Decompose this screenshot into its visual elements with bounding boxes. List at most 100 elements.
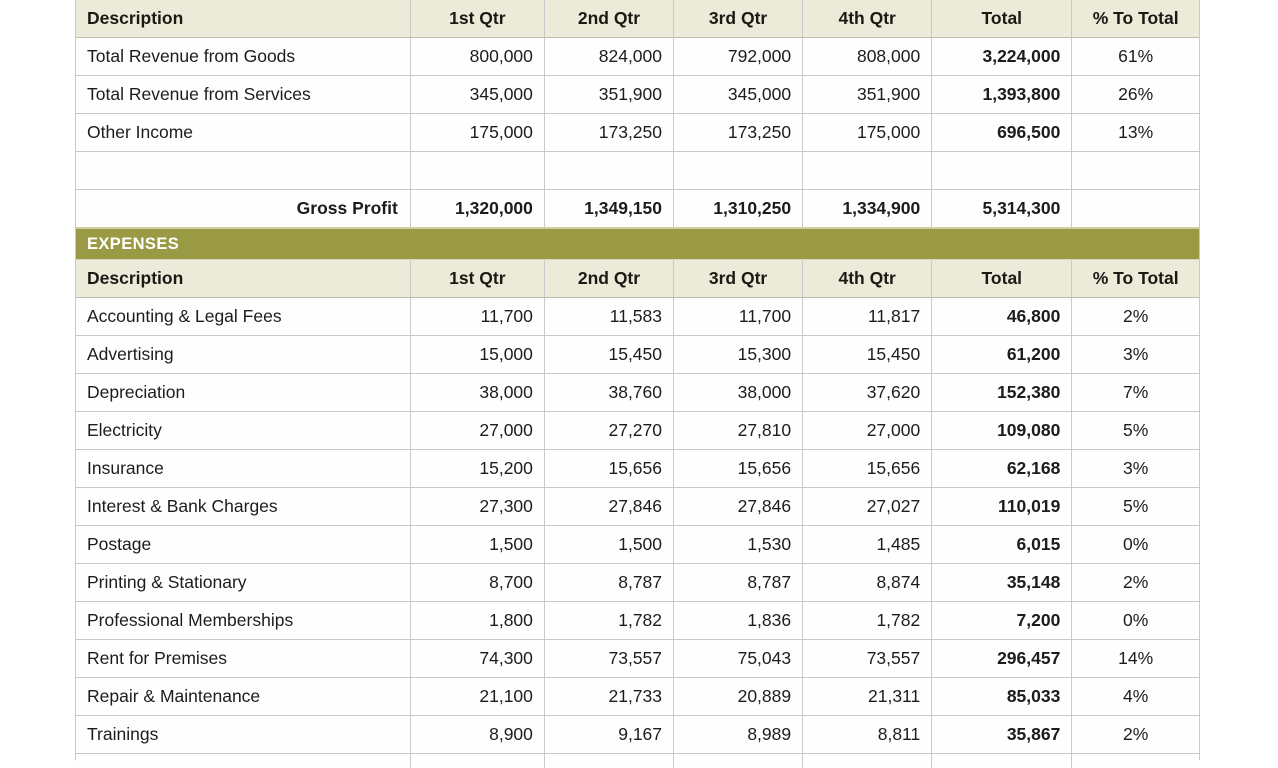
cell-pct[interactable]: 2%	[1072, 298, 1199, 336]
cell-q1[interactable]: 38,000	[410, 374, 544, 412]
cell-q4[interactable]: 175,000	[803, 114, 932, 152]
cell-description[interactable]: Electricity	[76, 412, 410, 450]
cell-q2[interactable]: 21,733	[544, 678, 673, 716]
cell-q4[interactable]: 1,485	[803, 526, 932, 564]
cell-q3[interactable]: 8,787	[674, 564, 803, 602]
cell-total[interactable]: 46,800	[932, 298, 1072, 336]
cell-q1[interactable]: 8,900	[410, 716, 544, 754]
cell-total[interactable]: 85,033	[932, 678, 1072, 716]
gross-profit-q3[interactable]: 1,310,250	[674, 190, 803, 229]
cell-description[interactable]: Total Revenue from Goods	[76, 38, 410, 76]
exp-col-header-q1[interactable]: 1st Qtr	[410, 260, 544, 298]
cell-pct[interactable]: 14%	[1072, 640, 1199, 678]
cell-total[interactable]	[932, 152, 1072, 190]
cell-description[interactable]: Professional Memberships	[76, 602, 410, 640]
cell-total[interactable]: 109,080	[932, 412, 1072, 450]
cell-total[interactable]	[932, 754, 1072, 768]
cell-description[interactable]	[76, 754, 410, 768]
cell-pct[interactable]: 0%	[1072, 602, 1199, 640]
cell-q2[interactable]: 27,270	[544, 412, 673, 450]
cell-description[interactable]: Other Income	[76, 114, 410, 152]
cell-q3[interactable]: 27,810	[674, 412, 803, 450]
cell-pct[interactable]: 3%	[1072, 336, 1199, 374]
cell-q2[interactable]: 15,450	[544, 336, 673, 374]
col-header-q2[interactable]: 2nd Qtr	[544, 0, 673, 38]
cell-description[interactable]: Printing & Stationary	[76, 564, 410, 602]
cell-q1[interactable]: 15,000	[410, 336, 544, 374]
col-header-q1[interactable]: 1st Qtr	[410, 0, 544, 38]
cell-q3[interactable]: 1,530	[674, 526, 803, 564]
cell-q1[interactable]	[410, 152, 544, 190]
cell-q1[interactable]: 800,000	[410, 38, 544, 76]
cell-q3[interactable]: 345,000	[674, 76, 803, 114]
cell-q3[interactable]: 27,846	[674, 488, 803, 526]
table-row[interactable]: Trainings 8,900 9,167 8,989 8,811 35,867…	[76, 716, 1199, 754]
exp-col-header-total[interactable]: Total	[932, 260, 1072, 298]
cell-q2[interactable]: 173,250	[544, 114, 673, 152]
cell-description[interactable]: Depreciation	[76, 374, 410, 412]
cell-description[interactable]: Accounting & Legal Fees	[76, 298, 410, 336]
cell-q4[interactable]: 808,000	[803, 38, 932, 76]
col-header-q4[interactable]: 4th Qtr	[803, 0, 932, 38]
cell-q3[interactable]: 792,000	[674, 38, 803, 76]
table-row[interactable]: Printing & Stationary 8,700 8,787 8,787 …	[76, 564, 1199, 602]
cell-q3[interactable]: 173,250	[674, 114, 803, 152]
blank-row[interactable]	[76, 152, 1199, 190]
cell-pct[interactable]: 2%	[1072, 716, 1199, 754]
table-row[interactable]: Total Revenue from Services 345,000 351,…	[76, 76, 1199, 114]
clipped-bottom-row[interactable]	[76, 754, 1199, 768]
table-row[interactable]: Advertising 15,000 15,450 15,300 15,450 …	[76, 336, 1199, 374]
exp-col-header-q3[interactable]: 3rd Qtr	[674, 260, 803, 298]
cell-q1[interactable]: 74,300	[410, 640, 544, 678]
cell-total[interactable]: 35,867	[932, 716, 1072, 754]
cell-q4[interactable]	[803, 754, 932, 768]
cell-pct[interactable]: 7%	[1072, 374, 1199, 412]
cell-description[interactable]: Repair & Maintenance	[76, 678, 410, 716]
col-header-total[interactable]: Total	[932, 0, 1072, 38]
cell-q3[interactable]: 1,836	[674, 602, 803, 640]
exp-col-header-description[interactable]: Description	[76, 260, 410, 298]
cell-q2[interactable]: 824,000	[544, 38, 673, 76]
table-row[interactable]: Other Income 175,000 173,250 173,250 175…	[76, 114, 1199, 152]
cell-q4[interactable]: 15,450	[803, 336, 932, 374]
cell-pct[interactable]: 4%	[1072, 678, 1199, 716]
cell-q3[interactable]: 38,000	[674, 374, 803, 412]
cell-pct[interactable]: 13%	[1072, 114, 1199, 152]
cell-q3[interactable]: 75,043	[674, 640, 803, 678]
table-row[interactable]: Insurance 15,200 15,656 15,656 15,656 62…	[76, 450, 1199, 488]
cell-q3[interactable]	[674, 152, 803, 190]
gross-profit-q2[interactable]: 1,349,150	[544, 190, 673, 229]
cell-total[interactable]: 62,168	[932, 450, 1072, 488]
cell-q4[interactable]: 11,817	[803, 298, 932, 336]
exp-col-header-pct[interactable]: % To Total	[1072, 260, 1199, 298]
cell-q4[interactable]: 8,874	[803, 564, 932, 602]
cell-q4[interactable]: 27,027	[803, 488, 932, 526]
cell-q4[interactable]: 351,900	[803, 76, 932, 114]
cell-q1[interactable]: 1,500	[410, 526, 544, 564]
col-header-description[interactable]: Description	[76, 0, 410, 38]
cell-q2[interactable]: 73,557	[544, 640, 673, 678]
cell-q4[interactable]: 15,656	[803, 450, 932, 488]
cell-q2[interactable]: 8,787	[544, 564, 673, 602]
cell-q4[interactable]: 37,620	[803, 374, 932, 412]
cell-pct[interactable]: 5%	[1072, 488, 1199, 526]
cell-q1[interactable]: 11,700	[410, 298, 544, 336]
cell-description[interactable]: Total Revenue from Services	[76, 76, 410, 114]
cell-total[interactable]: 35,148	[932, 564, 1072, 602]
cell-q3[interactable]: 15,656	[674, 450, 803, 488]
cell-q1[interactable]: 15,200	[410, 450, 544, 488]
cell-total[interactable]: 6,015	[932, 526, 1072, 564]
cell-q1[interactable]: 27,300	[410, 488, 544, 526]
cell-q1[interactable]: 175,000	[410, 114, 544, 152]
table-row[interactable]: Depreciation 38,000 38,760 38,000 37,620…	[76, 374, 1199, 412]
cell-description[interactable]: Insurance	[76, 450, 410, 488]
cell-q1[interactable]: 8,700	[410, 564, 544, 602]
cell-total[interactable]: 296,457	[932, 640, 1072, 678]
cell-description[interactable]	[76, 152, 410, 190]
cell-q4[interactable]: 27,000	[803, 412, 932, 450]
exp-col-header-q4[interactable]: 4th Qtr	[803, 260, 932, 298]
table-row[interactable]: Accounting & Legal Fees 11,700 11,583 11…	[76, 298, 1199, 336]
cell-q2[interactable]: 9,167	[544, 716, 673, 754]
cell-q3[interactable]: 8,989	[674, 716, 803, 754]
gross-profit-q4[interactable]: 1,334,900	[803, 190, 932, 229]
